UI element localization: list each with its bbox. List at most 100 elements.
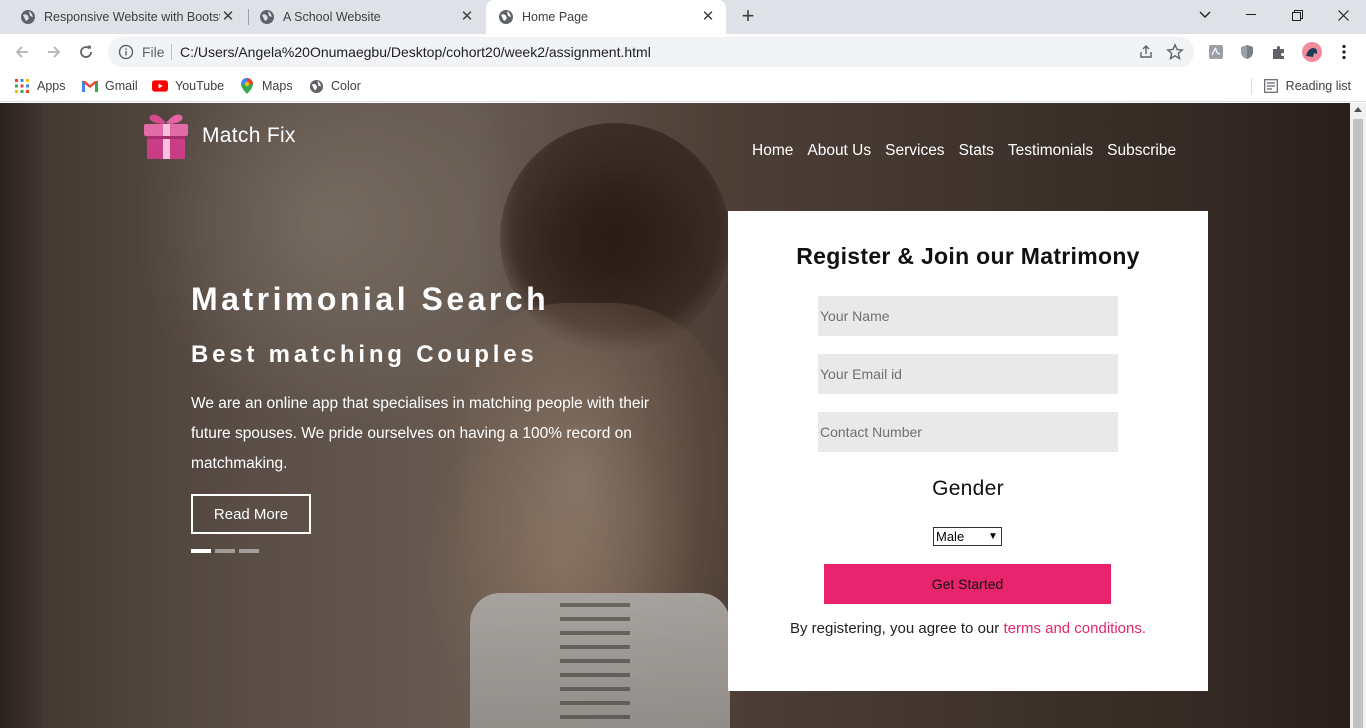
carousel-indicators [191, 549, 263, 553]
new-tab-button[interactable]: + [736, 5, 760, 29]
arrow-right-icon [48, 46, 61, 58]
restore-button[interactable] [1274, 0, 1320, 30]
shield-icon [1241, 45, 1253, 59]
reading-list-icon [1263, 79, 1278, 93]
divider [1250, 78, 1252, 94]
bookmark-gmail[interactable]: Gmail [82, 76, 138, 96]
tab-title: A School Website [283, 10, 381, 24]
reload-icon [80, 45, 92, 58]
get-started-button[interactable]: Get Started [824, 564, 1111, 604]
tab-strip: Responsive Website with Bootstr ✕ A Scho… [0, 0, 1366, 34]
bookmarks-bar: Apps Gmail YouTube Maps Color Reading li… [0, 70, 1366, 102]
read-more-button[interactable]: Read More [191, 494, 311, 534]
nav-about-us[interactable]: About Us [807, 142, 871, 160]
hero-title: Matrimonial Search [191, 281, 550, 317]
globe-icon [260, 10, 274, 24]
bookmark-maps[interactable]: Maps [239, 76, 293, 96]
globe-icon [21, 10, 35, 24]
main-nav: Home About Us Services Stats Testimonial… [752, 142, 1190, 160]
hero-subtitle: Best matching Couples [191, 341, 538, 368]
reading-list-button[interactable]: Reading list [1250, 76, 1351, 96]
shield-extension-button[interactable] [1237, 42, 1257, 62]
contact-number-input[interactable] [818, 412, 1118, 452]
apps-grid-icon [14, 78, 30, 94]
close-icon[interactable]: ✕ [700, 9, 716, 25]
nav-subscribe[interactable]: Subscribe [1107, 142, 1176, 160]
arrow-left-icon [15, 46, 28, 58]
name-input[interactable] [818, 296, 1118, 336]
browser-toolbar: File C:/Users/Angela%20Onumaegbu/Desktop… [0, 34, 1366, 70]
forward-button[interactable] [42, 40, 66, 64]
close-icon[interactable]: ✕ [459, 9, 475, 25]
terms-text: By registering, you agree to our terms a… [728, 620, 1208, 637]
star-icon[interactable] [1166, 43, 1184, 61]
reading-list-label: Reading list [1285, 79, 1351, 93]
bookmark-label: YouTube [175, 79, 225, 93]
tab-search-button[interactable] [1182, 0, 1228, 30]
maps-pin-icon [239, 78, 255, 94]
avatar-icon [1302, 42, 1322, 62]
close-icon[interactable]: ✕ [220, 9, 236, 25]
bookmark-youtube[interactable]: YouTube [152, 76, 224, 96]
minimize-icon [1246, 14, 1256, 15]
tab-title: Home Page [522, 10, 589, 24]
tab-home-page[interactable]: Home Page ✕ [486, 0, 726, 34]
registration-form: Register & Join our Matrimony Gender Mal… [728, 211, 1208, 691]
profile-avatar[interactable] [1302, 42, 1322, 62]
browser-menu-button[interactable] [1334, 42, 1354, 62]
back-button[interactable] [10, 40, 34, 64]
tab-school-website[interactable]: A School Website ✕ [239, 0, 485, 34]
brand-name: Match Fix [202, 124, 296, 147]
bookmark-label: Apps [37, 79, 66, 93]
gmail-icon [82, 78, 98, 94]
share-icon[interactable] [1138, 44, 1154, 60]
terms-prefix: By registering, you agree to our [789, 620, 1000, 637]
pdf-icon [1209, 45, 1223, 59]
scroll-up-arrow-icon[interactable] [1354, 107, 1362, 112]
gender-label: Gender [932, 477, 1004, 500]
scrollbar-thumb[interactable] [1353, 119, 1363, 728]
scheme-label: File [142, 44, 165, 60]
bookmark-label: Color [331, 79, 361, 93]
form-title: Register & Join our Matrimony [796, 243, 1140, 269]
puzzle-icon [1273, 46, 1284, 59]
url-text[interactable]: C:/Users/Angela%20Onumaegbu/Desktop/coho… [180, 44, 651, 60]
terms-link[interactable]: terms and conditions. [1003, 620, 1146, 637]
globe-icon [499, 10, 513, 24]
nav-services[interactable]: Services [885, 142, 944, 160]
nav-stats[interactable]: Stats [959, 142, 994, 160]
page-viewport: Match Fix Home About Us Services Stats T… [0, 103, 1350, 728]
youtube-icon [152, 78, 168, 94]
tab-responsive-website[interactable]: Responsive Website with Bootstr ✕ [0, 0, 246, 34]
more-vertical-icon [1342, 44, 1346, 60]
restore-icon [1291, 9, 1303, 21]
info-icon[interactable] [118, 44, 134, 60]
email-input[interactable] [818, 354, 1118, 394]
nav-testimonials[interactable]: Testimonials [1008, 142, 1093, 160]
chevron-down-icon: ▼ [988, 531, 998, 542]
carousel-indicator-2[interactable] [215, 549, 235, 553]
bookmark-color[interactable]: Color [308, 76, 361, 96]
gender-selected-value: Male [936, 529, 965, 544]
address-bar[interactable]: File C:/Users/Angela%20Onumaegbu/Desktop… [108, 37, 1194, 67]
divider [171, 44, 172, 60]
page-scrollbar[interactable] [1350, 103, 1366, 728]
tab-title: Responsive Website with Bootstr [44, 10, 220, 24]
extensions-button[interactable] [1269, 42, 1289, 62]
bookmark-label: Gmail [105, 79, 138, 93]
minimize-button[interactable] [1228, 0, 1274, 30]
close-window-button[interactable] [1320, 0, 1366, 30]
carousel-indicator-3[interactable] [239, 549, 259, 553]
bookmark-label: Maps [262, 79, 293, 93]
bookmark-apps[interactable]: Apps [14, 76, 66, 96]
nav-home[interactable]: Home [752, 142, 793, 160]
close-icon [1337, 9, 1349, 21]
hero-description: We are an online app that specialises in… [191, 395, 650, 472]
pdf-extension-button[interactable] [1206, 42, 1226, 62]
globe-icon [308, 78, 324, 94]
reload-button[interactable] [74, 40, 98, 64]
gender-select[interactable]: Male ▼ [933, 527, 1002, 546]
site-brand[interactable]: Match Fix [140, 111, 296, 161]
gift-box-icon [144, 114, 188, 159]
carousel-indicator-1[interactable] [191, 549, 211, 553]
